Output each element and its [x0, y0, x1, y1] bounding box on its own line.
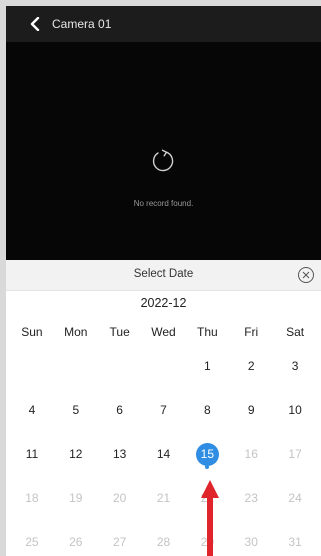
calendar-day: 21	[156, 491, 171, 505]
calendar-day: 19	[69, 491, 83, 505]
calendar-day[interactable]: 5	[54, 388, 98, 432]
calendar-day[interactable]: 11	[10, 432, 54, 476]
calendar-day[interactable]: 10	[273, 388, 317, 432]
weekday-label: Tue	[109, 325, 130, 339]
calendar-day: 24	[288, 491, 302, 505]
calendar-week-row: 123	[10, 344, 317, 388]
weekday-label: Fri	[244, 325, 259, 339]
back-button[interactable]	[22, 11, 48, 37]
chevron-left-icon	[30, 17, 40, 31]
calendar-grid: Sun Mon Tue Wed Thu Fri Sat 1 2 3 4 5 6 7 8 9 10 11 12 13 14…	[10, 320, 317, 556]
weekday-label: Wed	[151, 325, 176, 339]
calendar-day[interactable]: 13	[98, 432, 142, 476]
calendar-week-row: 25262728293031	[10, 520, 317, 556]
weekday-header: Sun Mon Tue Wed Thu Fri Sat	[10, 320, 317, 344]
calendar-week-row: 18192021222324	[10, 476, 317, 520]
weekday-label: Sun	[21, 325, 43, 339]
date-picker-sheet: Select Date 2022-12 Sun Mon Tue Wed Thu Fri Sa…	[6, 260, 321, 556]
sheet-title: Select Date	[133, 268, 194, 280]
refresh-icon[interactable]	[150, 148, 176, 174]
calendar-day: 27	[112, 535, 127, 549]
no-record-message: No record found.	[133, 199, 194, 208]
selected-day-label: 15	[195, 442, 219, 466]
close-circle-icon	[298, 267, 314, 283]
calendar-day-selected[interactable]: 15	[185, 432, 229, 476]
weekday-label: Sat	[286, 325, 305, 339]
calendar-day[interactable]: 6	[98, 388, 142, 432]
calendar-day[interactable]: 7	[142, 388, 186, 432]
calendar-day[interactable]: 12	[54, 432, 98, 476]
page-title: Camera 01	[52, 17, 112, 31]
recording-indicator-dot	[205, 465, 210, 469]
calendar-day[interactable]: 14	[142, 432, 186, 476]
red-up-arrow-icon	[201, 480, 219, 556]
calendar-day[interactable]: 3	[273, 344, 317, 388]
calendar-day: 20	[112, 491, 127, 505]
calendar-day[interactable]: 1	[185, 344, 229, 388]
calendar-day[interactable]: 9	[229, 388, 273, 432]
weekday-label: Mon	[64, 325, 88, 339]
close-button[interactable]	[296, 265, 316, 285]
video-player: No record found.	[6, 42, 321, 260]
sheet-header: Select Date	[6, 260, 321, 291]
calendar-day[interactable]: 8	[185, 388, 229, 432]
calendar-day: 23	[244, 491, 258, 505]
calendar-day: 31	[288, 535, 302, 549]
calendar-day: 25	[25, 535, 39, 549]
empty-day-cell	[142, 344, 186, 388]
empty-day-cell	[54, 344, 98, 388]
calendar-day[interactable]: 4	[10, 388, 54, 432]
weekday-label: Thu	[197, 325, 218, 339]
empty-day-cell	[98, 344, 142, 388]
calendar-day: 30	[244, 535, 258, 549]
top-bar: Camera 01	[6, 6, 321, 42]
app-window: Camera 01 No record found. Select Date 2…	[6, 6, 321, 556]
calendar-day[interactable]: 2	[229, 344, 273, 388]
calendar-day: 16	[244, 447, 258, 461]
calendar-day: 18	[25, 491, 39, 505]
calendar-week-row: 4 5 6 7 8 9 10	[10, 388, 317, 432]
calendar-week-row: 11 12 13 14 15 16 17	[10, 432, 317, 476]
calendar-day: 26	[69, 535, 83, 549]
calendar-day: 17	[288, 447, 302, 461]
month-label: 2022-12	[140, 296, 187, 310]
empty-day-cell	[10, 344, 54, 388]
calendar-day: 28	[156, 535, 171, 549]
